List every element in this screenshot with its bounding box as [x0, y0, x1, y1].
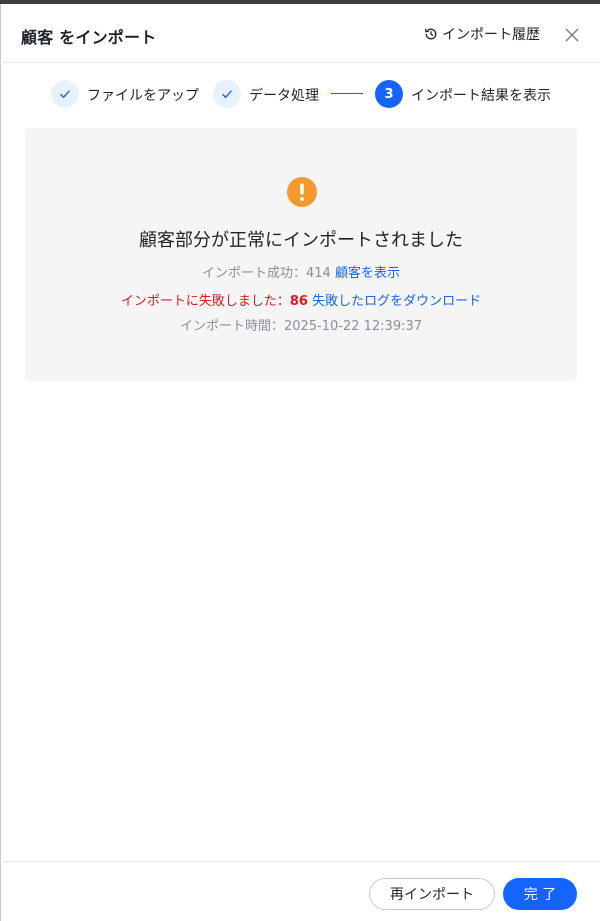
- check-icon: [60, 90, 71, 99]
- window-edge: [0, 4, 1, 921]
- import-steps: ファイルをアップ データ処理 3 インポート結果を表示: [0, 76, 600, 112]
- fail-text: インポートに失敗しました：: [120, 294, 290, 309]
- download-failed-log-link[interactable]: 失敗したログをダウンロード: [312, 294, 481, 309]
- step-1-label: ファイルをアップ: [87, 88, 199, 104]
- step-1-check-circle: [51, 80, 79, 108]
- import-history-button[interactable]: インポート履歴: [424, 23, 540, 45]
- check-icon: [222, 90, 233, 99]
- dialog-footer: 再インポート 完 了: [0, 861, 600, 921]
- close-icon[interactable]: [563, 26, 581, 44]
- dialog-title: 顧客 をインポート: [21, 28, 157, 47]
- step-3-number-circle: 3: [375, 80, 403, 108]
- step-connector: [331, 93, 363, 94]
- import-time-line: インポート時間：2025-10-22 12:39:37: [179, 319, 423, 334]
- success-line: インポート成功：414 顧客を表示: [25, 262, 577, 281]
- success-count-text: インポート成功：414: [202, 266, 331, 281]
- step-3-label: インポート結果を表示: [411, 88, 551, 104]
- step-2-check-circle: [213, 80, 241, 108]
- import-result-panel: 顧客部分が正常にインポートされました インポート成功：414 顧客を表示 インポ…: [25, 128, 577, 381]
- done-button[interactable]: 完 了: [503, 878, 577, 910]
- reimport-button[interactable]: 再インポート: [369, 878, 495, 910]
- fail-count: 86: [289, 294, 308, 309]
- view-customers-link[interactable]: 顧客を表示: [335, 266, 400, 281]
- import-history-label: インポート履歴: [442, 27, 540, 43]
- dialog-header: 顧客 をインポート インポート履歴: [0, 4, 600, 63]
- step-2-label: データ処理: [249, 88, 319, 104]
- fail-line: インポートに失敗しました：86 失敗したログをダウンロード: [25, 290, 577, 309]
- warning-icon: [287, 177, 317, 207]
- history-icon: [424, 28, 437, 40]
- result-title: 顧客部分が正常にインポートされました: [139, 230, 463, 251]
